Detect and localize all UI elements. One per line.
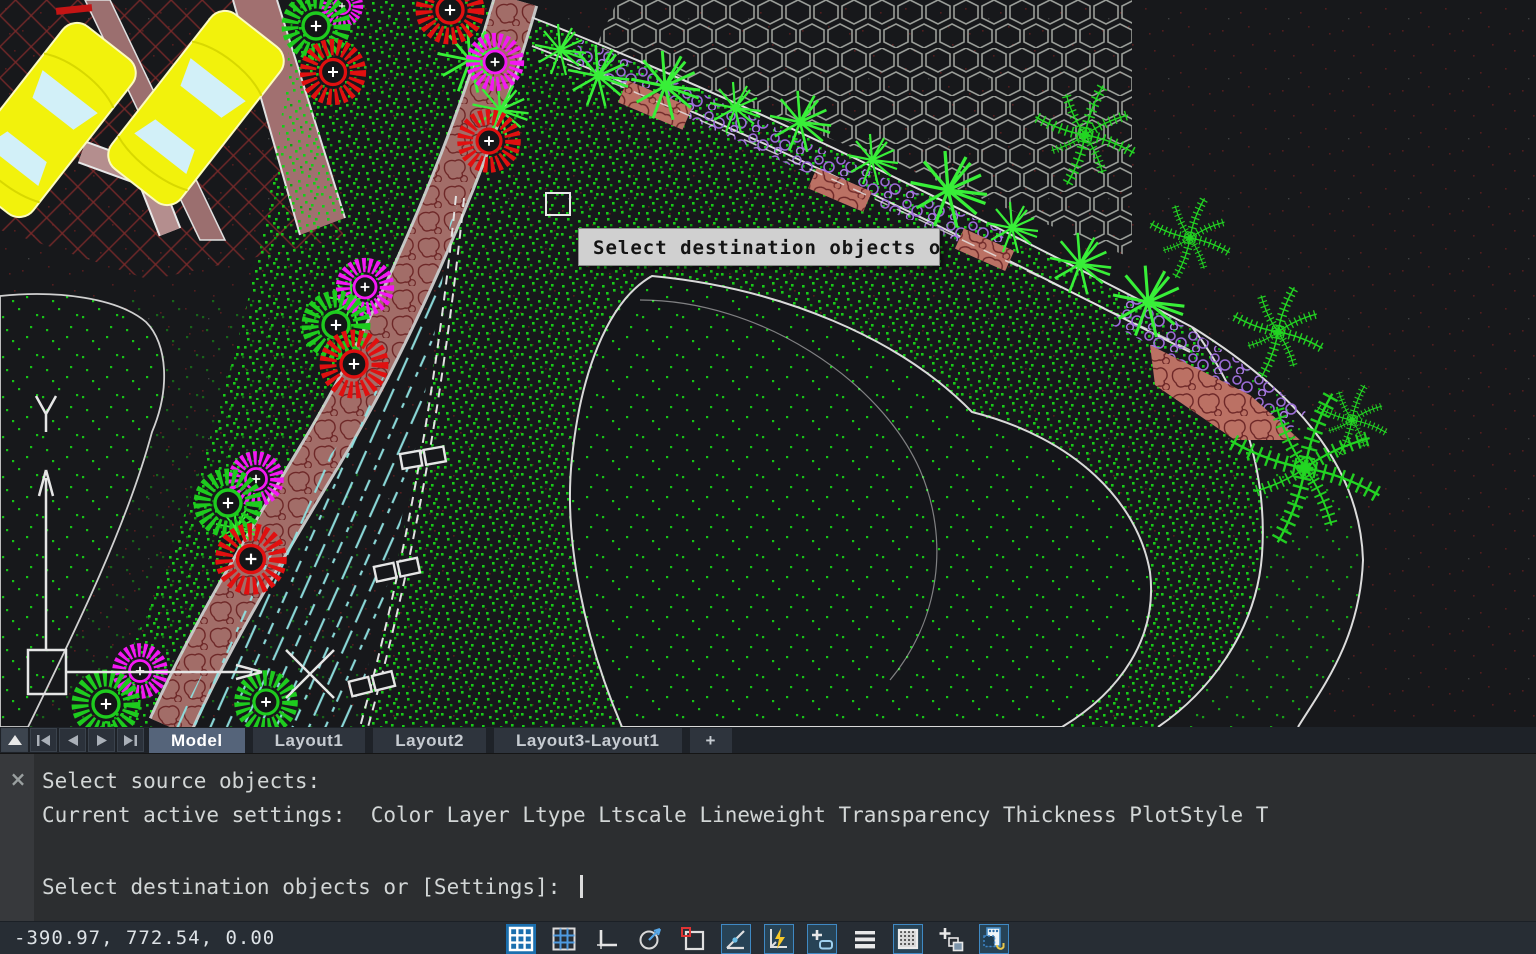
command-window[interactable]: × Select source objects: Current active … xyxy=(0,753,1536,922)
lineweight-icon[interactable] xyxy=(850,924,880,954)
polar-tracking-icon[interactable] xyxy=(635,924,665,954)
command-prompt-text: Select destination objects or [Settings]… xyxy=(42,875,573,899)
annotation-scale-icon[interactable] xyxy=(979,924,1009,954)
command-history-line: Select source objects: xyxy=(42,767,320,795)
previous-layout-button[interactable] xyxy=(59,728,86,752)
close-command-icon[interactable]: × xyxy=(7,768,29,790)
quick-properties-icon[interactable] xyxy=(807,924,837,954)
tab-model[interactable]: Model xyxy=(149,728,245,753)
right-arrow-icon xyxy=(97,735,107,746)
left-arrow-icon xyxy=(68,735,78,746)
text-cursor xyxy=(580,875,583,898)
object-snap-tracking-icon[interactable] xyxy=(721,924,751,954)
object-snap-icon[interactable] xyxy=(678,924,708,954)
last-arrow-icon xyxy=(124,735,137,746)
new-layout-tab-button[interactable]: + xyxy=(690,728,732,753)
ortho-mode-icon[interactable] xyxy=(592,924,622,954)
tab-layout2[interactable]: Layout2 xyxy=(373,728,486,753)
last-layout-button[interactable] xyxy=(117,728,144,752)
tab-layout1[interactable]: Layout1 xyxy=(253,728,366,753)
up-arrow-icon xyxy=(8,735,22,745)
transparency-icon[interactable] xyxy=(893,924,923,954)
coordinates-display[interactable]: -390.97, 772.54, 0.00 xyxy=(14,922,275,954)
expand-tabs-button[interactable] xyxy=(1,728,28,752)
cad-application-window: X Y Select destination objects or Model … xyxy=(0,0,1536,954)
first-layout-button[interactable] xyxy=(30,728,57,752)
status-toggle-icons xyxy=(506,923,1009,954)
tab-layout3-layout1[interactable]: Layout3-Layout1 xyxy=(494,728,682,753)
snap-mode-icon[interactable] xyxy=(506,924,536,954)
layout-tab-bar: Model Layout1 Layout2 Layout3-Layout1 + xyxy=(0,727,1536,753)
model-space-canvas[interactable]: X Y xyxy=(0,0,1536,727)
grid-display-icon[interactable] xyxy=(549,924,579,954)
selection-cycling-icon[interactable] xyxy=(936,924,966,954)
command-prompt-line[interactable]: Select destination objects or [Settings]… xyxy=(42,873,583,901)
first-arrow-icon xyxy=(37,735,50,746)
command-history-line: Current active settings: Color Layer Lty… xyxy=(42,801,1268,829)
next-layout-button[interactable] xyxy=(88,728,115,752)
status-bar: -390.97, 772.54, 0.00 xyxy=(0,921,1536,954)
cursor-prompt-tooltip: Select destination objects or xyxy=(578,228,940,266)
dynamic-input-icon[interactable] xyxy=(764,924,794,954)
